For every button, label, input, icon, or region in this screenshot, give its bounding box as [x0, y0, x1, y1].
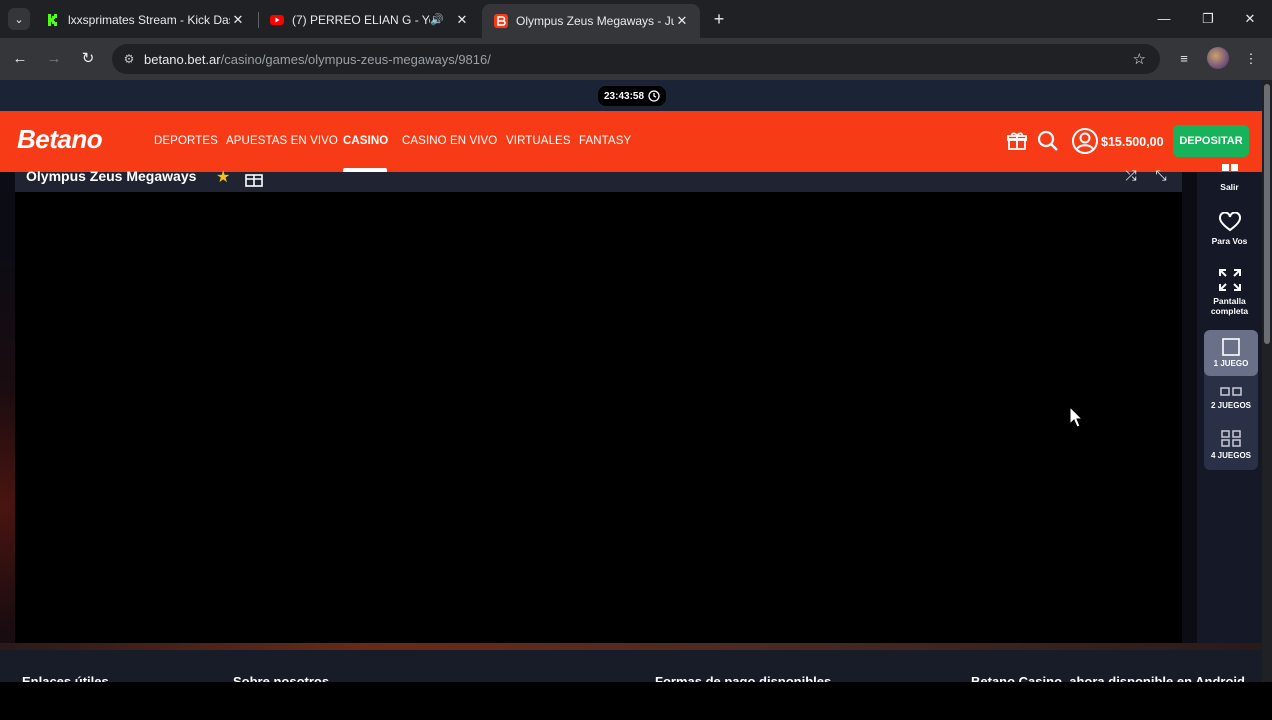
- account-balance[interactable]: $15.500,00: [1101, 135, 1164, 149]
- collapse-icon[interactable]: ⤡: [1152, 167, 1170, 185]
- tab-title: (7) PERREO ELIAN G - YouTu: [292, 12, 430, 27]
- site-footer: Enlaces útiles Sobre nosotros Formas de …: [0, 650, 1262, 682]
- restore-button[interactable]: ❐: [1186, 6, 1230, 32]
- betano-logo[interactable]: Betano: [17, 124, 103, 155]
- single-square-icon: [1222, 338, 1240, 356]
- nav-virtuales[interactable]: VIRTUALES: [506, 135, 571, 147]
- deposit-button[interactable]: DEPOSITAR: [1173, 125, 1249, 157]
- four-squares-icon: [1221, 430, 1241, 447]
- profile-avatar[interactable]: [1207, 47, 1229, 69]
- two-squares-icon: [1220, 387, 1242, 396]
- for-you-label: Para Vos: [1211, 236, 1248, 246]
- tab-title: Olympus Zeus Megaways - Jug: [516, 14, 674, 28]
- nav-apuestas-en-vivo[interactable]: APUESTAS EN VIVO: [226, 135, 338, 147]
- tab-search-button[interactable]: ⌄: [8, 8, 30, 30]
- gift-icon[interactable]: [1005, 129, 1029, 153]
- footer-about-us: Sobre nosotros: [233, 674, 330, 682]
- nav-casino-en-vivo[interactable]: CASINO EN VIVO: [402, 135, 497, 147]
- scrollbar-thumb[interactable]: [1264, 84, 1270, 344]
- session-clock: 23:43:58: [598, 86, 667, 106]
- new-tab-button[interactable]: +: [708, 8, 730, 30]
- game-title: Olympus Zeus Megaways: [26, 168, 197, 184]
- browser-toolbar: ← → ↻ ⚙ betano.bet.ar/casino/games/olymp…: [0, 38, 1272, 80]
- back-button[interactable]: ←: [8, 47, 32, 71]
- shuffle-icon[interactable]: ⤮: [1122, 167, 1140, 185]
- betano-icon: [494, 14, 508, 28]
- game-header-bar: Olympus Zeus Megaways ★ ⤮ ⤡: [15, 167, 1182, 192]
- tab-kick[interactable]: lxxsprimates Stream - Kick Dash ✕: [34, 5, 256, 34]
- fullscreen-label: Pantalla completa: [1210, 296, 1249, 316]
- address-bar[interactable]: ⚙ betano.bet.ar/casino/games/olympus-zeu…: [112, 44, 1160, 74]
- layout-2-label: 2 JUEGOS: [1210, 401, 1251, 410]
- for-you-button[interactable]: Para Vos: [1197, 212, 1262, 246]
- tab-title: lxxsprimates Stream - Kick Dash: [68, 12, 230, 27]
- footer-payment-methods: Formas de pago disponibles: [655, 674, 832, 682]
- close-tab-icon[interactable]: ✕: [674, 13, 690, 29]
- layout-selector: 1 JUEGO 2 JUEGOS 4 JUEGOS: [1204, 330, 1258, 470]
- browser-tab-bar: ⌄ lxxsprimates Stream - Kick Dash ✕ (7) …: [0, 0, 1272, 38]
- account-icon[interactable]: [1071, 127, 1099, 155]
- clock-bar: 23:43:58: [0, 80, 1262, 111]
- favorite-star-icon[interactable]: ★: [216, 167, 230, 187]
- exit-icon: [1221, 164, 1238, 171]
- url-path: /casino/games/olympus-zeus-megaways/9816…: [220, 51, 491, 67]
- url-host: betano.bet.ar: [144, 51, 221, 67]
- speaker-icon[interactable]: 🔊: [430, 13, 444, 26]
- forward-button[interactable]: →: [42, 47, 66, 71]
- close-tab-icon[interactable]: ✕: [454, 12, 470, 28]
- search-icon[interactable]: [1036, 129, 1060, 153]
- site-info-icon[interactable]: ⚙: [114, 52, 144, 66]
- nav-casino[interactable]: CASINO: [343, 135, 388, 147]
- tab-betano[interactable]: Olympus Zeus Megaways - Jug ✕: [482, 4, 700, 38]
- layout-1-game[interactable]: 1 JUEGO: [1204, 330, 1258, 376]
- exit-button[interactable]: Salir: [1197, 164, 1262, 192]
- footer-divider: [0, 643, 1262, 650]
- game-iframe[interactable]: [15, 192, 1182, 643]
- footer-android-app: Betano Casino, ahora disponible en Andro…: [971, 674, 1245, 682]
- close-window-button[interactable]: ✕: [1228, 6, 1272, 32]
- footer-useful-links: Enlaces útiles: [22, 674, 109, 682]
- game-gift-icon[interactable]: [244, 169, 264, 187]
- layout-4-games[interactable]: 4 JUEGOS: [1204, 426, 1258, 470]
- heart-icon: [1218, 212, 1241, 232]
- nav-fantasy[interactable]: FANTASY: [579, 135, 631, 147]
- fullscreen-button[interactable]: Pantalla completa: [1197, 268, 1262, 316]
- web-page: 23:43:58 Betano DEPORTES APUESTAS EN VIV…: [0, 80, 1262, 682]
- exit-label: Salir: [1220, 182, 1239, 192]
- youtube-icon: [270, 14, 284, 25]
- media-control-icon[interactable]: ≡: [1173, 48, 1195, 70]
- nav-deportes[interactable]: DEPORTES: [154, 135, 218, 147]
- page-scrollbar[interactable]: [1262, 80, 1272, 682]
- tab-youtube[interactable]: (7) PERREO ELIAN G - YouTu 🔊 ✕: [258, 5, 480, 34]
- layout-4-label: 4 JUEGOS: [1210, 451, 1251, 460]
- layout-2-games[interactable]: 2 JUEGOS: [1204, 382, 1258, 422]
- layout-1-label: 1 JUEGO: [1213, 359, 1249, 368]
- kick-icon: [46, 12, 60, 27]
- mouse-cursor-icon: [1069, 406, 1083, 428]
- screen-letterbox: [0, 682, 1272, 720]
- close-tab-icon[interactable]: ✕: [230, 12, 246, 28]
- reload-button[interactable]: ↻: [76, 47, 100, 71]
- bookmark-star-icon[interactable]: ☆: [1133, 50, 1146, 68]
- game-sidebar: Salir Para Vos Pantalla completa 1 JUEGO…: [1197, 164, 1262, 650]
- minimize-button[interactable]: —: [1142, 6, 1186, 32]
- fullscreen-icon: [1218, 269, 1241, 291]
- menu-kebab-icon[interactable]: ⋮: [1240, 48, 1262, 70]
- site-header: Betano DEPORTES APUESTAS EN VIVO CASINO …: [0, 111, 1262, 172]
- clock-time: 23:43:58: [604, 90, 645, 102]
- clock-icon: [648, 90, 660, 102]
